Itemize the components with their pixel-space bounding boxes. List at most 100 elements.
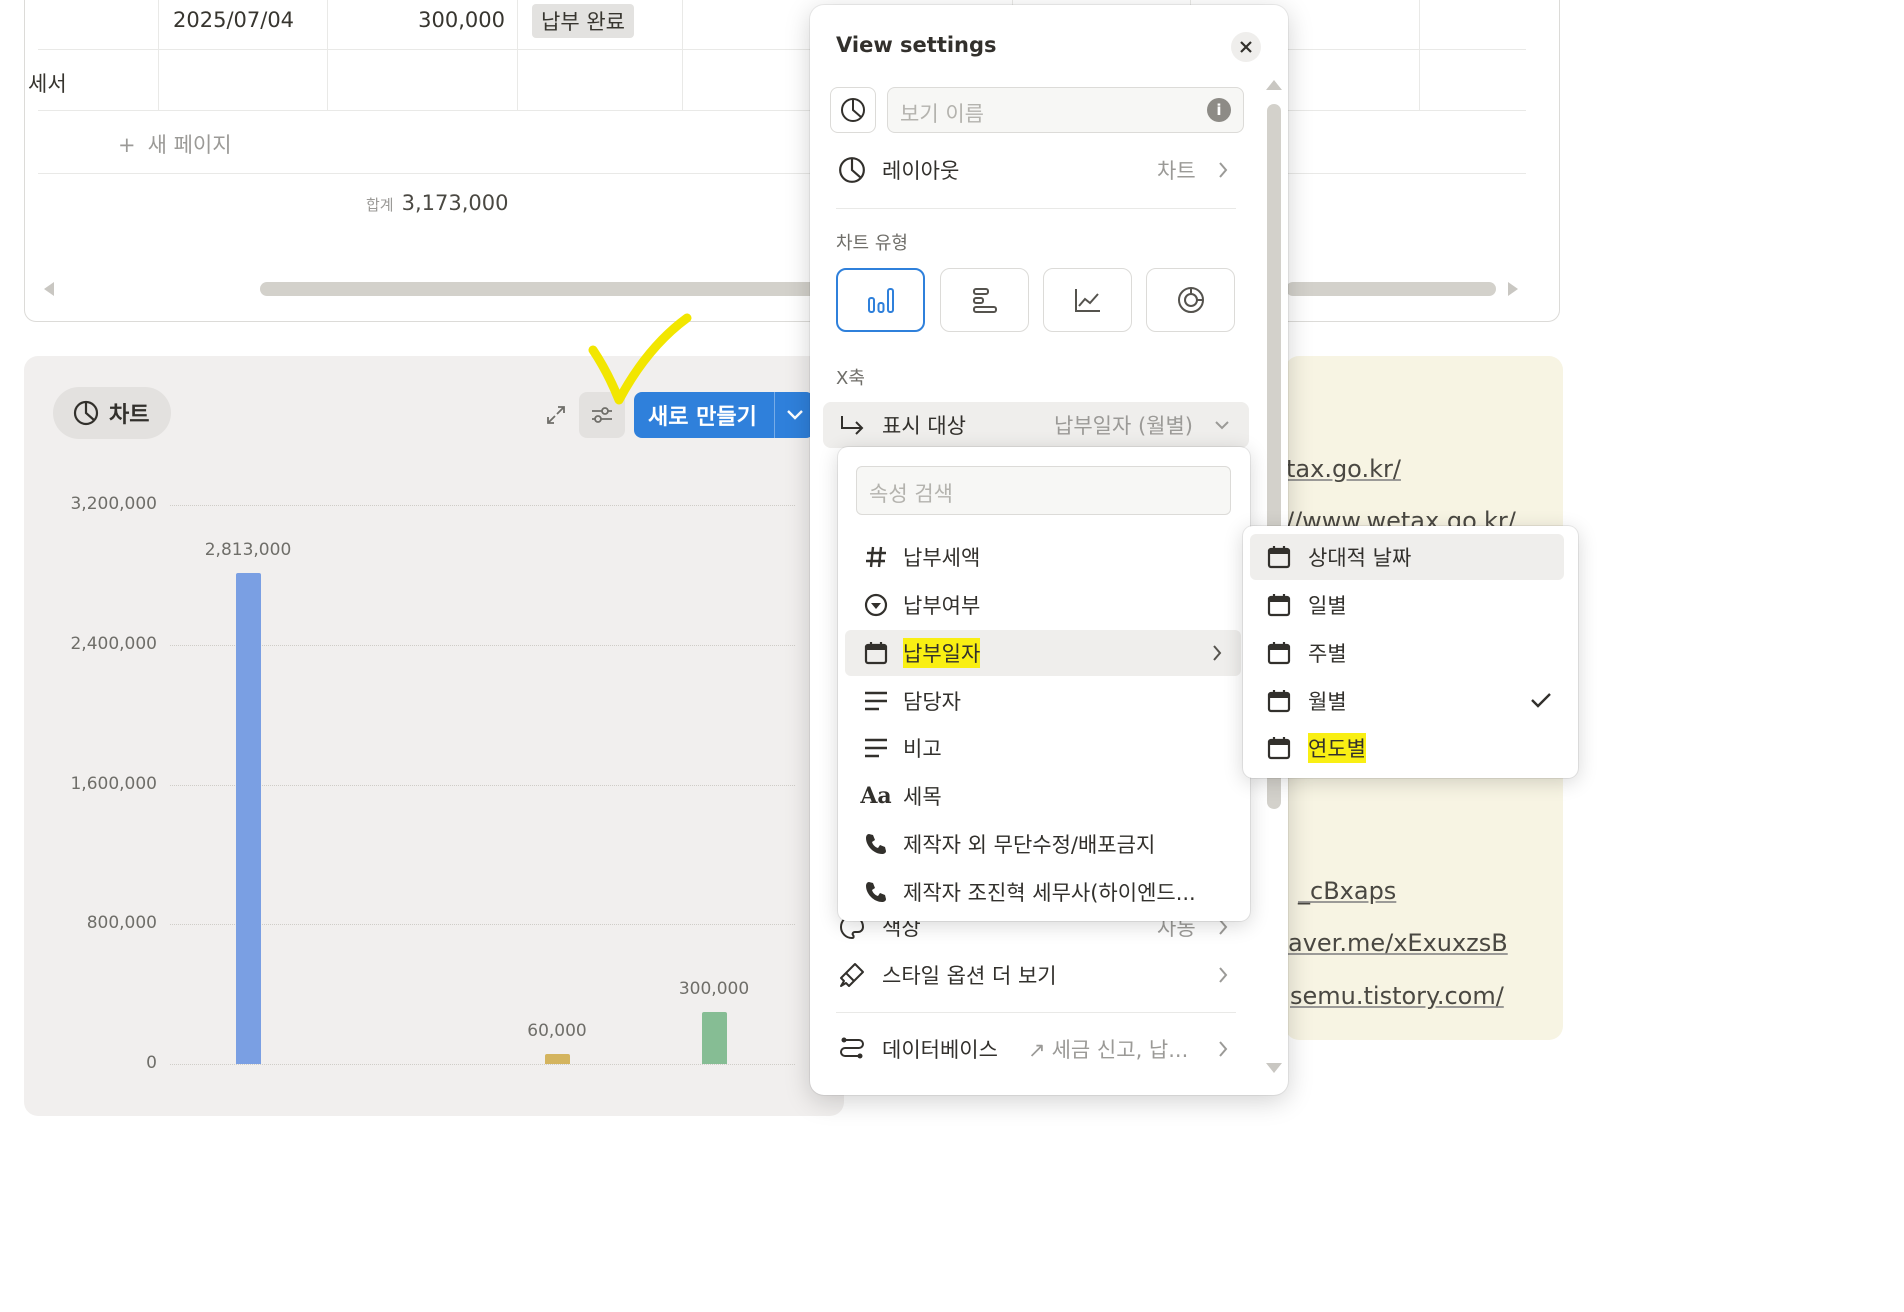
link-item[interactable]: aver.me/xExuxzsB xyxy=(1288,929,1508,957)
chart-type-horizontal-bar[interactable] xyxy=(940,268,1029,332)
property-item-payment-date[interactable]: 납부일자 xyxy=(845,630,1241,676)
gridline xyxy=(170,644,795,646)
property-label: 제작자 조진혁 세무사(하이엔드... xyxy=(903,881,1196,905)
chart-view-card xyxy=(24,356,844,1116)
checkmark-icon xyxy=(1531,693,1551,708)
paintbrush-icon xyxy=(840,963,864,987)
database-label: 데이터베이스 xyxy=(882,1038,998,1062)
more-style-options-row[interactable]: 스타일 옵션 더 보기 xyxy=(838,953,1238,997)
phone-icon xyxy=(866,882,886,902)
horizontal-bar-icon xyxy=(972,288,997,313)
layout-label: 레이아웃 xyxy=(882,159,960,183)
table-row-divider xyxy=(38,49,1526,50)
table-col-divider xyxy=(682,0,683,110)
property-item-payment-status[interactable]: 납부여부 xyxy=(845,582,1241,628)
sum-value: 3,173,000 xyxy=(401,191,509,215)
property-item-manager[interactable]: 담당자 xyxy=(845,678,1241,724)
tab-chart-label: 차트 xyxy=(109,403,150,428)
view-name-input[interactable]: 보기 이름 xyxy=(887,87,1244,133)
expand-button[interactable] xyxy=(541,400,571,430)
link-item[interactable]: semu.tistory.com/ xyxy=(1290,982,1504,1010)
table-cell-date[interactable]: 2025/07/04 xyxy=(173,8,294,32)
database-icon xyxy=(840,1037,864,1059)
link-item[interactable]: _cBxaps xyxy=(1298,877,1396,905)
property-label: 납부일자 xyxy=(903,638,981,668)
view-icon-button[interactable] xyxy=(830,87,876,133)
close-button[interactable] xyxy=(1231,32,1261,62)
scroll-up-icon[interactable] xyxy=(1266,80,1282,90)
chevron-right-icon xyxy=(1219,162,1228,178)
display-value: 납부일자 (월별) xyxy=(1054,414,1193,438)
text-icon xyxy=(865,691,887,711)
table-row-divider xyxy=(38,110,1526,111)
table-sum: 합계 3,173,000 xyxy=(366,191,509,215)
more-style-label: 스타일 옵션 더 보기 xyxy=(882,964,1057,988)
scroll-left-icon[interactable] xyxy=(44,282,54,296)
calendar-icon xyxy=(1267,642,1291,665)
horizontal-scrollbar[interactable] xyxy=(260,282,820,296)
arrow-turn-icon xyxy=(841,416,864,435)
property-search-input[interactable]: 속성 검색 xyxy=(856,466,1231,515)
gridline xyxy=(170,784,795,786)
gridline xyxy=(170,924,795,926)
property-label: 납부세액 xyxy=(903,546,981,570)
chevron-down-icon[interactable] xyxy=(775,409,814,421)
chart-type-donut[interactable] xyxy=(1146,268,1235,332)
date-option-year[interactable]: 연도별 xyxy=(1250,725,1564,771)
table-col-divider xyxy=(517,0,518,110)
database-value-text: 세금 신고, 납... xyxy=(1051,1038,1189,1062)
date-option-label: 월별 xyxy=(1308,690,1347,714)
date-option-week[interactable]: 주별 xyxy=(1250,630,1564,676)
y-tick-label: 800,000 xyxy=(86,913,157,934)
chart-bar[interactable] xyxy=(701,1011,727,1064)
link-item[interactable]: tax.go.kr/ xyxy=(1286,455,1401,483)
close-icon xyxy=(1240,41,1252,53)
scroll-down-icon[interactable] xyxy=(1266,1063,1282,1073)
date-option-day[interactable]: 일별 xyxy=(1250,582,1564,628)
y-tick-label: 1,600,000 xyxy=(70,773,157,794)
new-page-button[interactable]: + 새 페이지 xyxy=(118,129,232,159)
database-value: ↗ 세금 신고, 납... xyxy=(1028,1034,1188,1064)
layout-row[interactable]: 레이아웃 차트 xyxy=(838,148,1238,192)
pie-chart-icon xyxy=(841,98,865,122)
table-col-divider xyxy=(158,0,159,110)
property-label: 제작자 외 무단수정/배포금지 xyxy=(903,833,1156,857)
chart-bar[interactable] xyxy=(544,1053,570,1064)
property-item-tax-amount[interactable]: 납부세액 xyxy=(845,534,1241,580)
tab-chart[interactable]: 차트 xyxy=(53,387,172,439)
donut-chart-icon xyxy=(1177,287,1204,313)
status-badge[interactable]: 납부 완료 xyxy=(532,4,634,38)
y-tick-label: 3,200,000 xyxy=(70,494,157,514)
horizontal-scrollbar-end[interactable] xyxy=(1286,282,1496,296)
line-chart-icon xyxy=(1074,289,1100,312)
chevron-down-icon xyxy=(1215,421,1229,430)
table-cell-amount[interactable]: 300,000 xyxy=(333,8,505,32)
expand-icon xyxy=(547,406,565,424)
table-cell-title[interactable]: 세서 xyxy=(28,68,67,98)
chart-bar[interactable] xyxy=(235,572,261,1064)
chart-type-label: 차트 유형 xyxy=(836,233,908,254)
check-annotation-icon xyxy=(588,313,692,405)
property-item-note[interactable]: 비고 xyxy=(845,725,1241,771)
x-axis-display[interactable]: 표시 대상 납부일자 (월별) xyxy=(838,404,1238,446)
property-item-author[interactable]: 제작자 조진혁 세무사(하이엔드... xyxy=(845,869,1241,915)
date-option-month[interactable]: 월별 xyxy=(1250,678,1564,724)
layout-value: 차트 xyxy=(1157,159,1196,183)
database-row[interactable]: 데이터베이스 ↗ 세금 신고, 납... xyxy=(838,1027,1238,1071)
scroll-right-icon[interactable] xyxy=(1508,282,1518,296)
divider xyxy=(836,208,1236,209)
chart-type-line[interactable] xyxy=(1043,268,1132,332)
property-label: 납부여부 xyxy=(903,594,981,618)
table-row-divider xyxy=(38,173,1526,174)
x-axis-label: X축 xyxy=(836,368,865,389)
info-icon[interactable]: i xyxy=(1207,98,1231,122)
arrow-up-right-icon: ↗ xyxy=(1028,1038,1046,1062)
property-item-copyright[interactable]: 제작자 외 무단수정/배포금지 xyxy=(845,821,1241,867)
pie-chart-icon xyxy=(839,157,865,183)
property-item-tax-category[interactable]: Aa 세목 xyxy=(845,773,1241,819)
new-page-label: 새 페이지 xyxy=(147,133,232,157)
date-option-relative[interactable]: 상대적 날짜 xyxy=(1250,534,1564,580)
chart-type-vertical-bar[interactable] xyxy=(836,268,925,332)
calendar-icon xyxy=(1267,737,1291,760)
phone-icon xyxy=(866,834,886,854)
